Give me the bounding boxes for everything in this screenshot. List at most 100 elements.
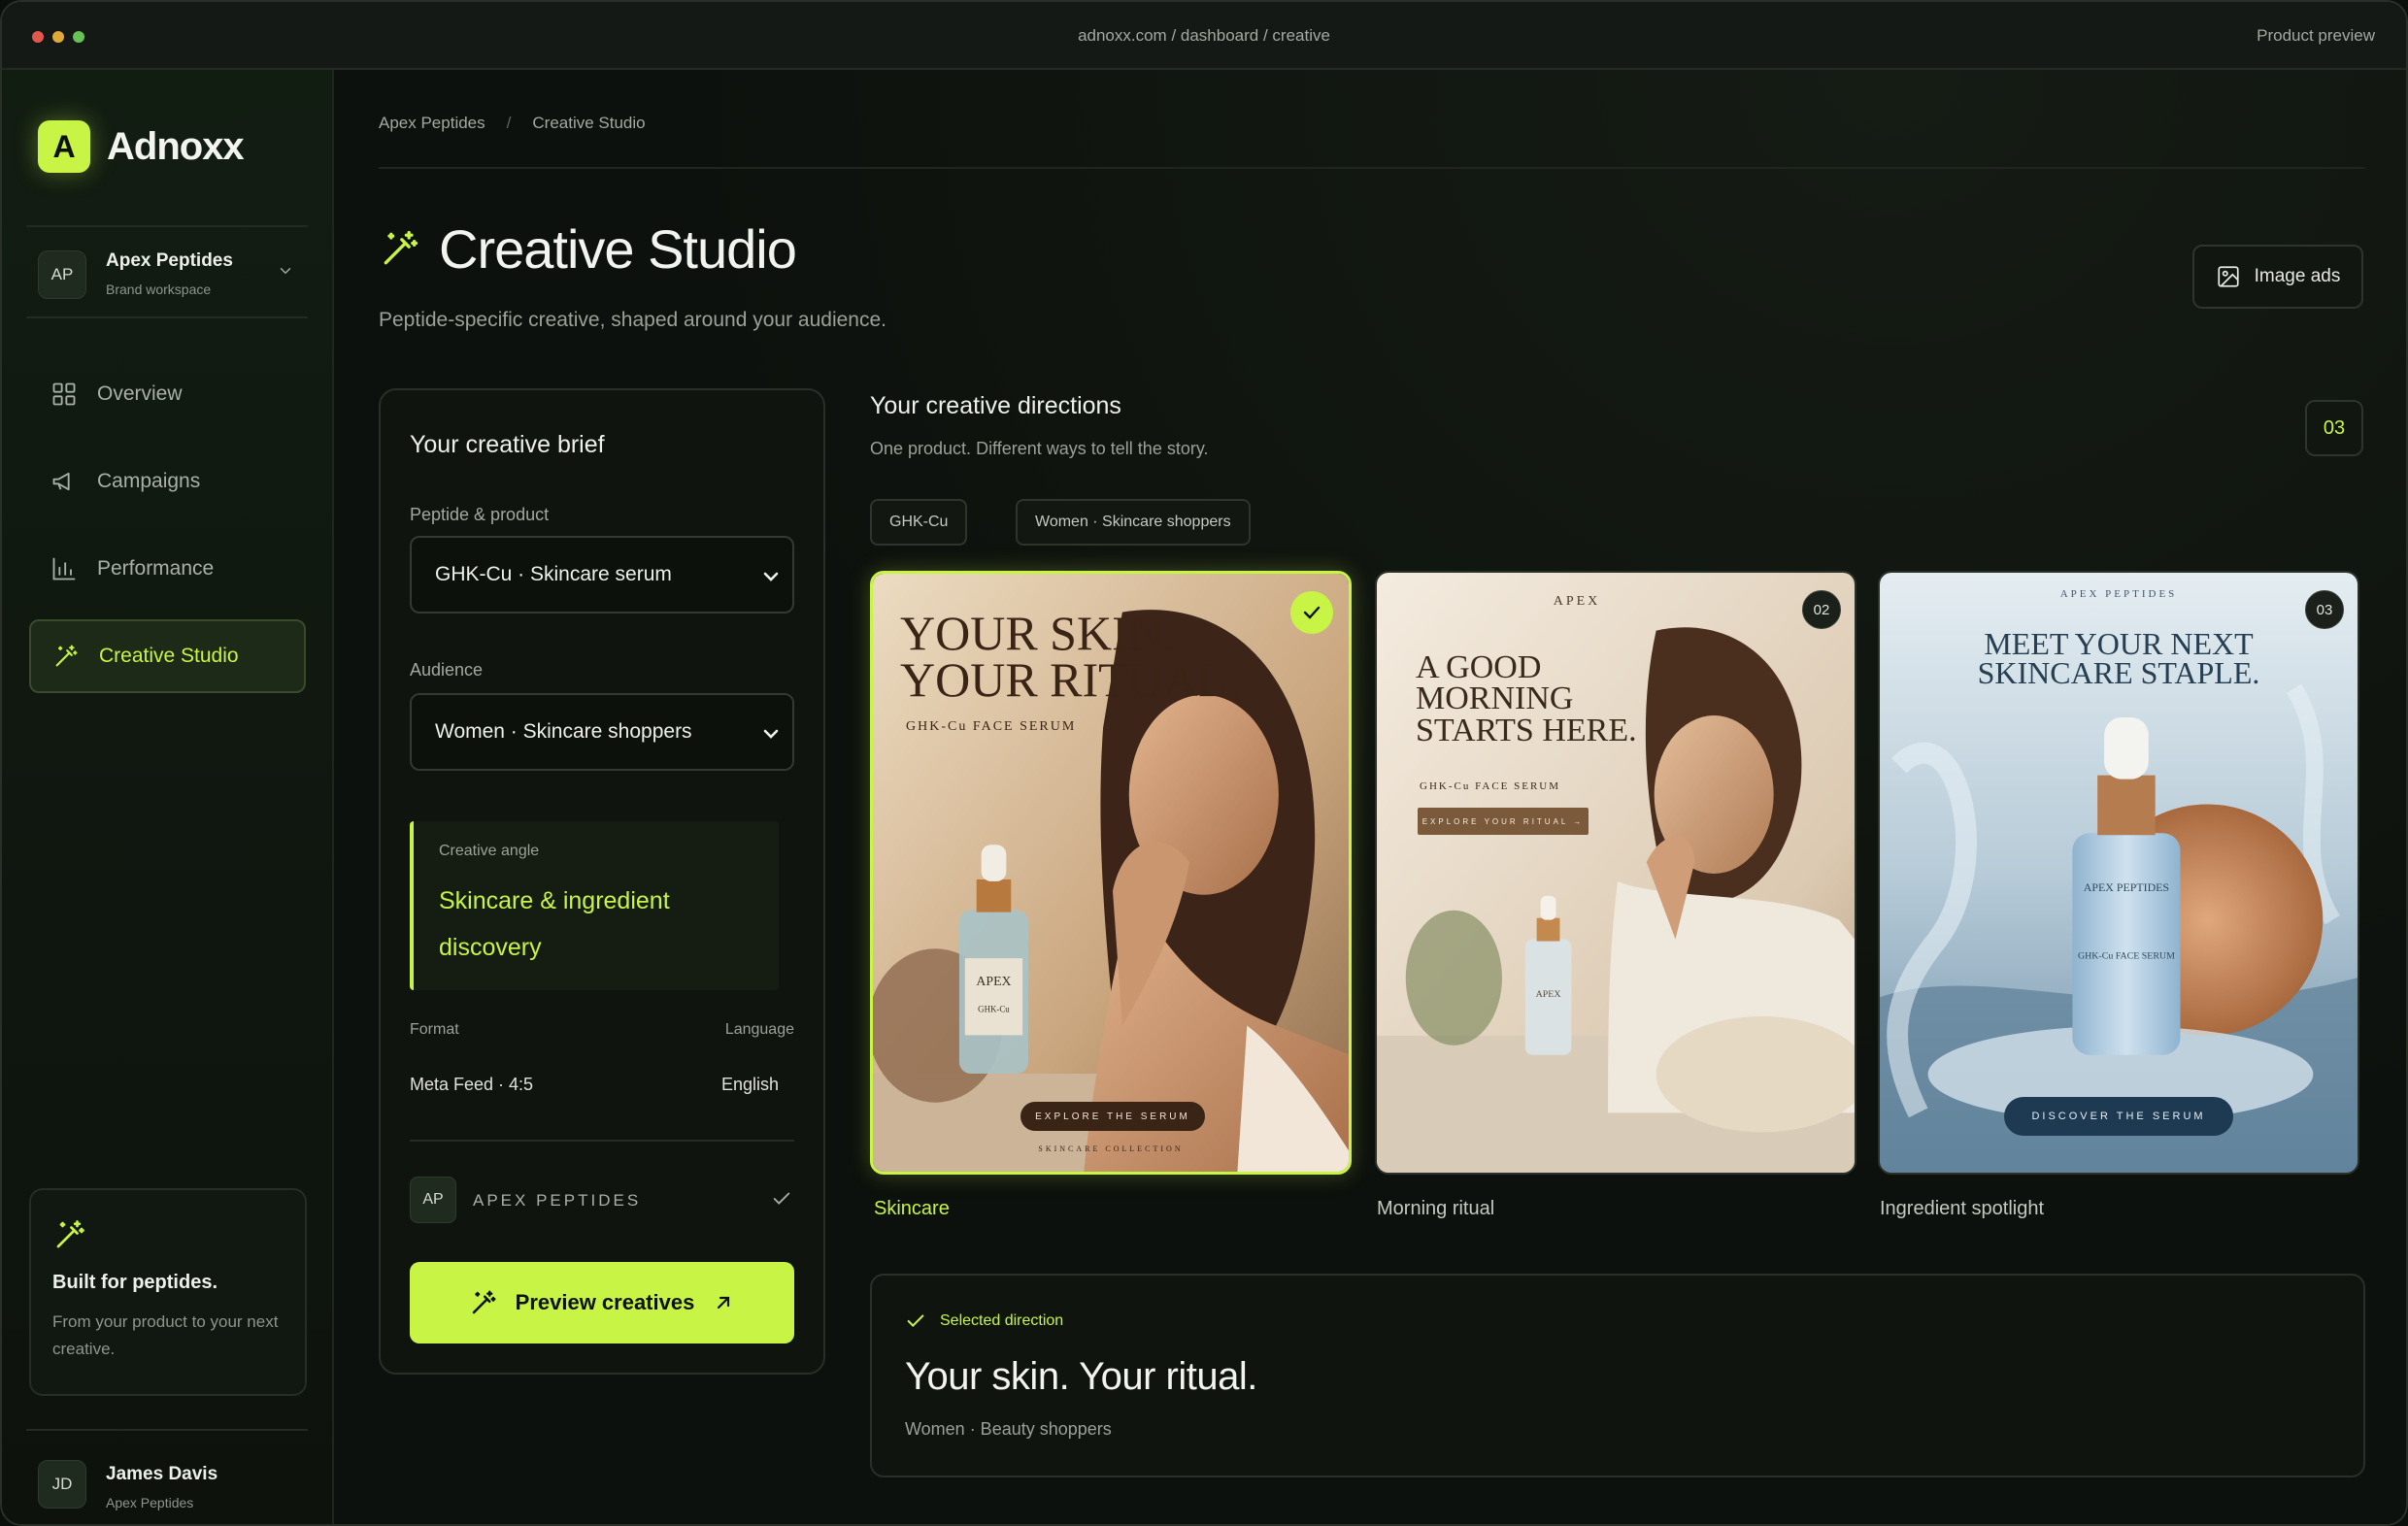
audience-label: Audience — [410, 660, 484, 680]
card-number-badge: 03 — [2305, 590, 2344, 629]
page-subtitle: Peptide-specific creative, shaped around… — [379, 309, 886, 331]
workspace-avatar: AP — [38, 250, 86, 299]
directions-title: Your creative directions — [870, 392, 1121, 419]
creative-card-morning-ritual[interactable]: APEX APEX A GOOD MORNING STARTS HERE. GH… — [1375, 571, 1856, 1175]
ad-headline: MEET YOUR NEXT SKINCARE STAPLE. — [1880, 626, 2358, 691]
creative-card-skincare[interactable]: APEX GHK-Cu YOUR SKIN. YOUR RITUAL. GHK-… — [870, 571, 1352, 1175]
preview-creatives-button[interactable]: Preview creatives — [410, 1262, 794, 1344]
breadcrumb-separator: / — [506, 114, 512, 132]
image-icon — [2218, 266, 2239, 287]
product-select-value: GHK-Cu · Skincare serum — [435, 563, 672, 585]
filter-chip-peptide[interactable]: GHK-Cu — [870, 499, 968, 546]
angle-label: Creative angle — [439, 843, 540, 859]
sidebar-item-creative-studio[interactable]: Creative Studio — [29, 619, 306, 693]
address-url[interactable]: adnoxx.com / dashboard / creative — [2, 26, 2406, 46]
angle-value: Skincare & ingredient discovery — [439, 887, 670, 961]
megaphone-icon — [52, 472, 70, 491]
filter-chip-audience[interactable]: Women · Skincare shoppers — [1016, 499, 1251, 546]
creative-brief-panel: Your creative brief Peptide & product GH… — [379, 388, 825, 1375]
format-value[interactable]: Meta Feed · 4:5 — [410, 1075, 533, 1095]
bar-chart-icon — [52, 557, 76, 581]
product-label: Peptide & product — [410, 505, 550, 524]
ad-headline-line: YOUR SKIN. — [900, 606, 1176, 660]
check-icon — [773, 1192, 790, 1205]
card-number-badge: 02 — [1802, 590, 1841, 629]
chevron-down-icon — [763, 572, 779, 581]
ad-subline: GHK-Cu FACE SERUM — [1420, 780, 1561, 792]
bottle-product-text: GHK-Cu FACE SERUM — [2078, 950, 2175, 961]
image-ads-button[interactable]: Image ads — [2192, 245, 2363, 309]
language-label: Language — [724, 1021, 794, 1038]
ad-subline: GHK-Cu FACE SERUM — [906, 719, 1077, 734]
product-select[interactable]: GHK-Cu · Skincare serum — [410, 536, 794, 614]
format-label: Format — [410, 1021, 459, 1038]
bottle-brand-text: APEX PEPTIDES — [2084, 880, 2169, 894]
selected-direction-title: Your skin. Your ritual. — [905, 1355, 1257, 1398]
chevron-down-icon — [280, 268, 291, 275]
breadcrumb-parent[interactable]: Apex Peptides — [379, 114, 485, 133]
ad-headline-line: SKINCARE STAPLE. — [1977, 655, 2260, 691]
magic-wand-icon — [472, 1290, 496, 1314]
sidebar-item-label: Campaigns — [97, 470, 201, 492]
page-title: Creative Studio — [439, 218, 797, 280]
ad-headline-line: MEET YOUR NEXT — [1984, 626, 2254, 661]
divider — [379, 167, 2365, 169]
workspace-name: Apex Peptides — [106, 250, 233, 271]
creative-card-ingredient-spotlight[interactable]: APEX PEPTIDES GHK-Cu FACE SERUM APEX PEP… — [1878, 571, 2359, 1175]
sidebar-item-label: Performance — [97, 557, 215, 580]
language-value[interactable]: English — [721, 1075, 779, 1095]
divider — [410, 1140, 794, 1142]
ad-headline-line: YOUR RITUAL. — [900, 651, 1240, 707]
promo-card: Built for peptides. From your product to… — [29, 1188, 307, 1396]
image-ads-label: Image ads — [2254, 266, 2341, 286]
directions-subtitle: One product. Different ways to tell the … — [870, 439, 1209, 458]
arrow-up-right-icon — [718, 1296, 730, 1310]
ad-headline-line: A GOOD — [1416, 649, 1542, 685]
ad-cta: EXPLORE YOUR RITUAL → — [1418, 808, 1589, 835]
sidebar-item-performance[interactable]: Performance — [29, 532, 306, 606]
logo-text: Adnoxx — [107, 125, 245, 168]
ad-headline: YOUR SKIN. YOUR RITUAL. — [900, 606, 1240, 707]
grid-icon — [52, 382, 76, 406]
workspace-switcher[interactable]: AP Apex Peptides Brand workspace — [26, 225, 308, 318]
title-bar: adnoxx.com / dashboard / creative Produc… — [2, 2, 2406, 70]
product-preview-label: Product preview — [2257, 26, 2375, 45]
breadcrumb: Apex Peptides / Creative Studio — [379, 114, 646, 133]
sidebar-item-campaigns[interactable]: Campaigns — [29, 445, 306, 518]
logo-mark: A — [38, 120, 90, 173]
selected-check-badge — [1290, 591, 1333, 634]
creative-angle[interactable]: Creative angle Skincare & ingredient dis… — [410, 821, 779, 990]
selected-direction-audience: Women · Beauty shoppers — [905, 1419, 1112, 1439]
sidebar: A Adnoxx AP Apex Peptides Brand workspac… — [2, 70, 334, 1524]
selected-direction-label: Selected direction — [940, 1312, 1064, 1329]
breadcrumb-current: Creative Studio — [532, 114, 646, 132]
brand-avatar: AP — [410, 1177, 456, 1223]
selected-direction-panel: Selected direction Your skin. Your ritua… — [870, 1274, 2365, 1477]
bottle-brand-text: APEX — [976, 974, 1011, 988]
ad-brand: APEX — [1553, 594, 1601, 609]
avatar: JD — [38, 1460, 86, 1509]
preview-creatives-label: Preview creatives — [515, 1290, 695, 1314]
audience-select[interactable]: Women · Skincare shoppers — [410, 693, 794, 771]
magic-wand-icon — [56, 1220, 84, 1248]
brand-name: APEX PEPTIDES — [473, 1191, 642, 1210]
bottle-product-text: GHK-Cu — [978, 1005, 1010, 1014]
chevron-down-icon — [763, 729, 779, 739]
brief-title: Your creative brief — [410, 431, 605, 458]
magic-wand-icon — [55, 645, 78, 667]
app-window: adnoxx.com / dashboard / creative Produc… — [0, 0, 2408, 1526]
card-caption-morning-ritual: Morning ritual — [1377, 1198, 1495, 1219]
ad-brand: APEX PEPTIDES — [2059, 588, 2178, 600]
promo-text: From your product to your next creative. — [52, 1312, 279, 1358]
workspace-sub: Brand workspace — [106, 282, 212, 297]
audience-select-value: Women · Skincare shoppers — [435, 720, 692, 743]
user-profile[interactable]: JD James Davis Apex Peptides — [26, 1429, 308, 1524]
ad-headline-line: MORNING — [1416, 680, 1574, 717]
user-name: James Davis — [106, 1464, 218, 1484]
ad-headline: A GOOD MORNING STARTS HERE. — [1416, 649, 1637, 746]
magic-wand-icon — [384, 230, 418, 265]
bottle-brand-text: APEX — [1536, 989, 1561, 1000]
sidebar-item-overview[interactable]: Overview — [29, 357, 306, 431]
ad-cta: EXPLORE THE SERUM — [1020, 1102, 1205, 1131]
directions-count-badge: 03 — [2305, 400, 2363, 456]
